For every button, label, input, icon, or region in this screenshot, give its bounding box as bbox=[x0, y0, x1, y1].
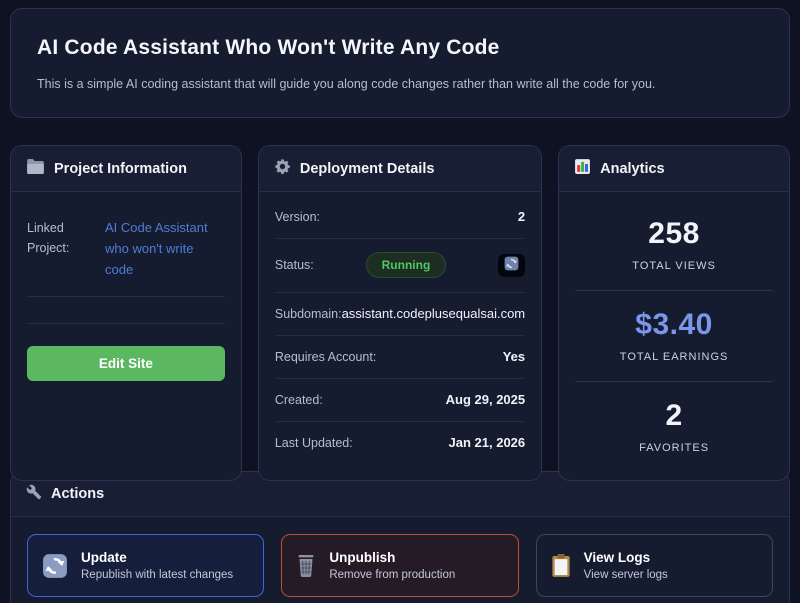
deployment-details-body: Version: 2 Status: Running bbox=[259, 192, 541, 470]
last-updated-row: Last Updated: Jan 21, 2026 bbox=[275, 422, 525, 464]
total-views-stat: 258 TOTAL VIEWS bbox=[575, 200, 773, 291]
info-cards-row: Project Information Linked Project: AI C… bbox=[10, 145, 790, 445]
actions-title: Actions bbox=[51, 486, 104, 502]
bar-chart-icon bbox=[574, 158, 591, 179]
project-information-title: Project Information bbox=[54, 161, 187, 177]
deployment-details-card: Deployment Details Version: 2 Status: Ru… bbox=[258, 145, 542, 481]
edit-site-button[interactable]: Edit Site bbox=[27, 346, 225, 381]
last-updated-value: Jan 21, 2026 bbox=[449, 435, 526, 450]
page-subtitle: This is a simple AI coding assistant tha… bbox=[37, 77, 763, 91]
refresh-icon bbox=[42, 553, 68, 579]
view-logs-button[interactable]: View Logs View server logs bbox=[536, 534, 773, 597]
trash-icon bbox=[296, 553, 316, 578]
requires-account-row: Requires Account: Yes bbox=[275, 336, 525, 379]
project-information-card: Project Information Linked Project: AI C… bbox=[10, 145, 242, 481]
unpublish-button-title: Unpublish bbox=[329, 550, 455, 565]
total-earnings-stat: $3.40 TOTAL EARNINGS bbox=[575, 291, 773, 382]
update-button-title: Update bbox=[81, 550, 233, 565]
linked-project-label: Linked Project: bbox=[27, 218, 89, 280]
status-row: Status: Running bbox=[275, 239, 525, 293]
requires-account-label: Requires Account: bbox=[275, 350, 376, 364]
linked-project-row: Linked Project: AI Code Assistant who wo… bbox=[27, 198, 225, 297]
empty-info-row bbox=[27, 297, 225, 324]
analytics-body: 258 TOTAL VIEWS $3.40 TOTAL EARNINGS 2 F… bbox=[559, 192, 789, 480]
total-views-label: TOTAL VIEWS bbox=[575, 260, 773, 272]
gear-icon bbox=[274, 158, 291, 179]
project-information-body: Linked Project: AI Code Assistant who wo… bbox=[11, 192, 241, 397]
deployment-details-title: Deployment Details bbox=[300, 161, 435, 177]
total-earnings-label: TOTAL EARNINGS bbox=[575, 351, 773, 363]
version-value: 2 bbox=[518, 209, 525, 224]
view-logs-button-subtitle: View server logs bbox=[584, 569, 668, 581]
favorites-value: 2 bbox=[575, 399, 773, 433]
total-earnings-value: $3.40 bbox=[575, 308, 773, 342]
subdomain-value: assistant.codeplusequalsai.com bbox=[342, 306, 526, 321]
actions-body: Update Republish with latest changes Unp… bbox=[11, 517, 789, 603]
refresh-icon bbox=[504, 256, 519, 274]
update-button-subtitle: Republish with latest changes bbox=[81, 569, 233, 581]
favorites-stat: 2 FAVORITES bbox=[575, 382, 773, 472]
status-label: Status: bbox=[275, 258, 314, 272]
last-updated-label: Last Updated: bbox=[275, 436, 353, 450]
version-label: Version: bbox=[275, 210, 320, 224]
status-badge: Running bbox=[366, 252, 447, 278]
subdomain-label: Subdomain: bbox=[275, 307, 342, 321]
favorites-label: FAVORITES bbox=[575, 442, 773, 454]
folder-icon bbox=[26, 158, 45, 179]
update-button[interactable]: Update Republish with latest changes bbox=[27, 534, 264, 597]
project-information-header: Project Information bbox=[11, 146, 241, 192]
page-title: AI Code Assistant Who Won't Write Any Co… bbox=[37, 36, 763, 60]
deployment-details-header: Deployment Details bbox=[259, 146, 541, 192]
view-logs-button-title: View Logs bbox=[584, 550, 668, 565]
analytics-title: Analytics bbox=[600, 161, 664, 177]
linked-project-link[interactable]: AI Code Assistant who won't write code bbox=[89, 218, 225, 280]
unpublish-button[interactable]: Unpublish Remove from production bbox=[281, 534, 518, 597]
wrench-icon bbox=[26, 484, 42, 504]
requires-account-value: Yes bbox=[503, 349, 525, 364]
actions-card: Actions Update Republish with latest cha… bbox=[10, 471, 790, 603]
created-value: Aug 29, 2025 bbox=[446, 392, 526, 407]
created-label: Created: bbox=[275, 393, 323, 407]
refresh-status-button[interactable] bbox=[498, 254, 525, 277]
analytics-header: Analytics bbox=[559, 146, 789, 192]
clipboard-icon bbox=[551, 553, 571, 578]
deployment-dashboard: AI Code Assistant Who Won't Write Any Co… bbox=[0, 0, 800, 603]
subdomain-row: Subdomain: assistant.codeplusequalsai.co… bbox=[275, 293, 525, 336]
analytics-card: Analytics 258 TOTAL VIEWS $3.40 TOTAL EA… bbox=[558, 145, 790, 481]
unpublish-button-subtitle: Remove from production bbox=[329, 569, 455, 581]
created-row: Created: Aug 29, 2025 bbox=[275, 379, 525, 422]
page-header-card: AI Code Assistant Who Won't Write Any Co… bbox=[10, 8, 790, 118]
version-row: Version: 2 bbox=[275, 196, 525, 239]
total-views-value: 258 bbox=[575, 217, 773, 251]
